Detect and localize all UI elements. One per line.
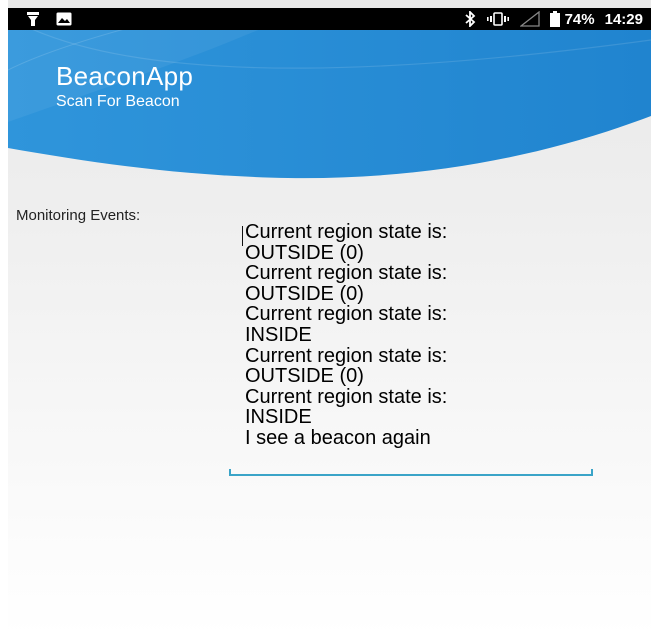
- text-cursor: [242, 226, 243, 246]
- log-line: OUTSIDE (0): [245, 282, 364, 305]
- log-line: OUTSIDE (0): [245, 241, 364, 264]
- log-line: Current region state is:: [245, 385, 448, 408]
- battery-percent: 74%: [564, 10, 595, 28]
- field-underline: [229, 469, 593, 476]
- app-subtitle: Scan For Beacon: [56, 93, 180, 110]
- log-line: INSIDE: [245, 406, 312, 429]
- signal-icon: [519, 11, 540, 27]
- screen-edge: [0, 0, 8, 637]
- events-log-field[interactable]: Current region state is: OUTSIDE (0) Cur…: [229, 222, 593, 477]
- clock: 14:29: [604, 10, 643, 28]
- app-screen: 74% 14:29 BeaconApp Scan For Beacon Moni…: [0, 0, 651, 637]
- status-bar: 74% 14:29: [8, 8, 651, 30]
- app-header: BeaconApp Scan For Beacon: [8, 30, 651, 190]
- log-line: OUTSIDE (0): [245, 365, 364, 388]
- log-line: Current region state is:: [245, 262, 448, 285]
- log-line: INSIDE: [245, 323, 312, 346]
- app-title: BeaconApp: [56, 61, 194, 91]
- log-line: I see a beacon again: [245, 426, 431, 449]
- monitoring-events-label: Monitoring Events:: [16, 207, 141, 224]
- log-line: Current region state is:: [245, 344, 448, 367]
- image-icon: [56, 12, 72, 26]
- bluetooth-icon: [464, 11, 476, 27]
- flashlight-icon: [26, 11, 40, 27]
- log-line: Current region state is:: [245, 221, 448, 243]
- events-log-list: Current region state is: OUTSIDE (0) Cur…: [245, 222, 447, 449]
- battery-icon: [549, 11, 560, 27]
- vibrate-icon: [486, 12, 510, 26]
- log-line: Current region state is:: [245, 303, 448, 326]
